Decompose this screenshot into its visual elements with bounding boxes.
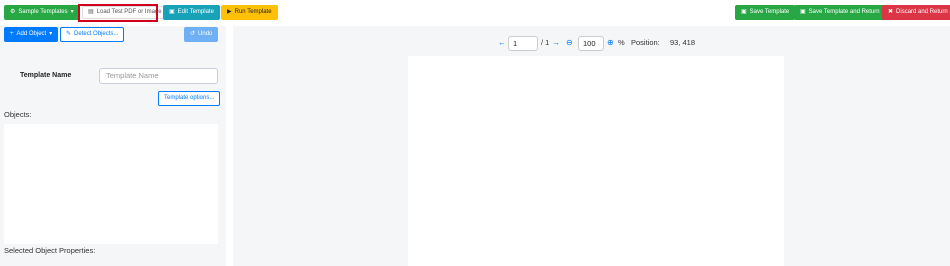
objects-list[interactable]: [4, 124, 218, 244]
page-total: / 1: [541, 38, 550, 47]
plus-icon: +: [10, 31, 14, 37]
discard-return-label: Discard and Return: [896, 9, 948, 15]
undo-label: Undo: [198, 31, 213, 37]
save-return-label: Save Template and Return: [808, 9, 880, 15]
template-options-button[interactable]: Template options...: [158, 91, 221, 106]
selected-props-label: Selected Object Properties:: [4, 246, 96, 255]
template-options-label: Template options...: [164, 95, 215, 101]
prev-page-icon[interactable]: ←: [498, 38, 506, 47]
zoom-unit: %: [618, 38, 625, 47]
sample-templates-label: Sample Templates: [18, 9, 68, 15]
zoom-input[interactable]: 100: [578, 36, 604, 51]
template-name-input[interactable]: Template Name: [99, 68, 218, 84]
add-object-label: Add Object: [16, 31, 47, 37]
caret-down-icon: ▾: [70, 9, 74, 15]
save-icon: ▣: [800, 9, 806, 15]
run-template-button[interactable]: ▶ Run Template: [221, 5, 278, 20]
position-label: Position:: [631, 38, 660, 47]
save-icon: ▣: [741, 9, 747, 15]
next-page-icon[interactable]: →: [552, 38, 560, 47]
undo-button[interactable]: ↺ Undo: [184, 27, 219, 42]
save-template-label: Save Template: [749, 9, 790, 15]
edit-icon: ▣: [169, 9, 175, 15]
detect-objects-label: Detect Objects...: [74, 31, 119, 37]
page-input[interactable]: 1: [508, 36, 538, 51]
play-icon: ▶: [227, 9, 232, 15]
save-template-button[interactable]: ▣ Save Template: [735, 5, 796, 20]
edit-template-label: Edit Template: [177, 9, 214, 15]
document-canvas[interactable]: [408, 56, 784, 266]
close-icon: ✖: [888, 9, 894, 15]
sample-templates-button[interactable]: ⚙ Sample Templates ▾: [4, 5, 80, 20]
save-return-button[interactable]: ▣ Save Template and Return: [794, 5, 886, 20]
template-name-label: Template Name: [20, 72, 72, 79]
zoom-in-icon[interactable]: ⊕: [607, 38, 614, 47]
caret-down-icon: ▾: [49, 31, 53, 37]
run-template-label: Run Template: [234, 9, 272, 15]
objects-label: Objects:: [4, 110, 32, 119]
position-value: 93, 418: [670, 38, 696, 47]
detect-objects-button[interactable]: ✎ Detect Objects...: [60, 27, 125, 42]
undo-icon: ↺: [190, 31, 196, 37]
magic-icon: ✎: [66, 31, 72, 37]
edit-template-button[interactable]: ▣ Edit Template: [163, 5, 220, 20]
zoom-out-icon[interactable]: ⊖: [566, 38, 573, 47]
gear-icon: ⚙: [10, 9, 16, 15]
highlight-box: [78, 4, 158, 22]
add-object-button[interactable]: + Add Object ▾: [4, 27, 59, 42]
discard-return-button[interactable]: ✖ Discard and Return: [882, 5, 950, 20]
